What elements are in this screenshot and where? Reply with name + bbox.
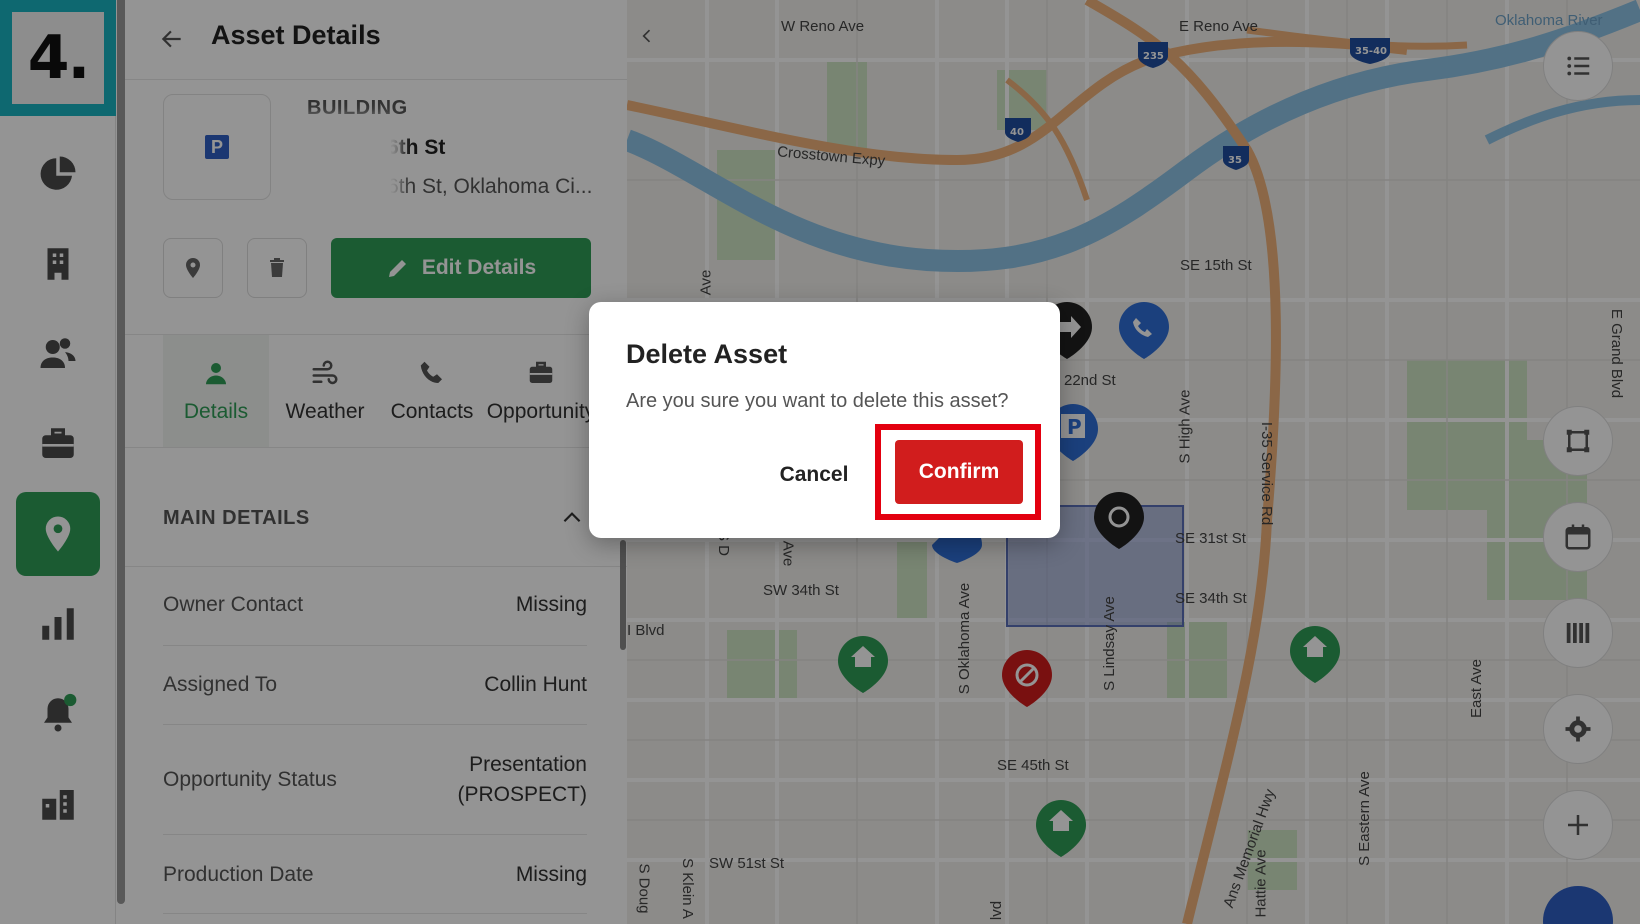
dialog-title: Delete Asset [626, 339, 788, 369]
confirm-button[interactable]: Confirm [895, 440, 1023, 504]
cancel-button[interactable]: Cancel [759, 452, 869, 498]
delete-asset-dialog: Delete Asset Are you sure you want to de… [589, 302, 1060, 538]
dialog-message: Are you sure you want to delete this ass… [626, 390, 1009, 412]
